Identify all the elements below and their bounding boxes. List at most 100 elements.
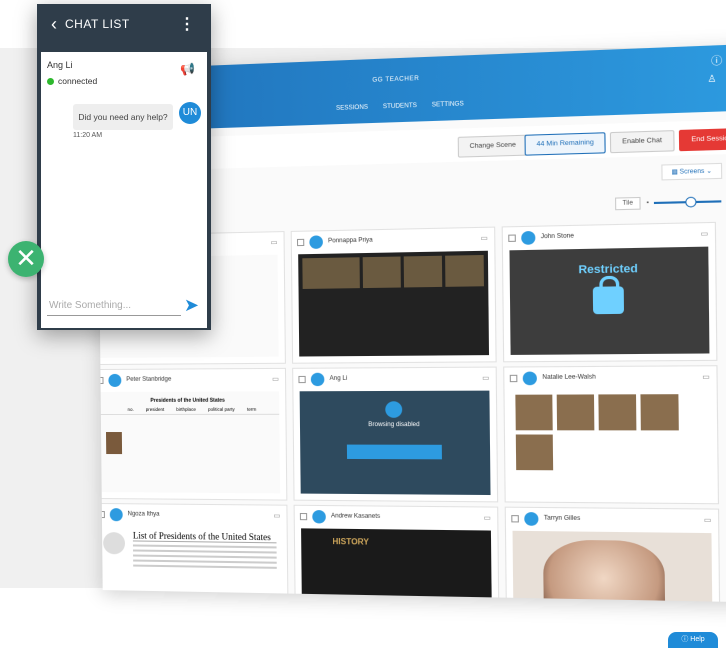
message-time: 11:20 AM — [73, 132, 103, 139]
student-name: Ponnappa Priya — [328, 237, 373, 245]
history-screen: HISTORY — [301, 528, 493, 603]
student-name: Peter Stanbridge — [126, 376, 172, 383]
paw-icon — [385, 401, 403, 418]
zoom-slider[interactable] — [654, 196, 722, 208]
student-card[interactable]: Natalie Lee-Walsh ▭ — [503, 365, 720, 505]
select-checkbox[interactable] — [298, 375, 306, 383]
avatar — [109, 507, 123, 521]
app-title: GG TEACHER — [372, 75, 420, 84]
portrait-video — [542, 539, 666, 603]
wikipedia-screen: List of Presidents of the United States — [99, 525, 282, 603]
disabled-bar — [346, 444, 442, 460]
browsing-disabled-screen: Browsing disabled — [299, 390, 491, 496]
avatar — [108, 373, 122, 387]
monitor-icon[interactable]: ▭ — [482, 374, 489, 382]
nav-sessions[interactable]: SESSIONS — [336, 105, 368, 114]
table-header: president — [145, 406, 165, 412]
select-checkbox[interactable] — [509, 374, 518, 382]
nav-settings[interactable]: SETTINGS — [432, 101, 464, 110]
select-checkbox[interactable] — [296, 238, 305, 246]
table-header-row: no. president birthplace political party… — [97, 406, 280, 416]
chat-title: CHAT LIST — [65, 17, 130, 31]
table-header: term — [246, 406, 257, 412]
more-options-icon[interactable]: ⋮ — [179, 14, 195, 34]
zoom-slider-knob[interactable] — [685, 196, 697, 208]
monitor-icon[interactable]: ▭ — [273, 512, 280, 520]
main-nav: SESSIONS STUDENTS SETTINGS — [336, 101, 464, 114]
nav-students[interactable]: STUDENTS — [383, 103, 417, 112]
lock-icon — [592, 286, 625, 315]
tile-button[interactable]: Tile — [614, 196, 641, 211]
student-name: Tarryn Gilles — [543, 515, 581, 523]
enable-chat-button[interactable]: Enable Chat — [609, 130, 675, 154]
avatar — [522, 371, 537, 385]
student-name: Andrew Kasanets — [330, 513, 381, 520]
select-checkbox[interactable] — [299, 512, 308, 520]
student-card[interactable]: John Stone ▭ Restricted — [501, 221, 718, 363]
monitor-icon[interactable]: ▭ — [702, 373, 710, 382]
video-screen — [512, 530, 713, 603]
select-checkbox[interactable] — [511, 514, 519, 522]
portrait-image — [105, 432, 123, 455]
secondary-icons: ♙ ♡ — [707, 72, 726, 85]
close-icon[interactable]: ✕ — [8, 241, 44, 277]
avatar — [524, 511, 539, 526]
student-name: Natalie Lee-Walsh — [542, 374, 596, 381]
restricted-screen: Restricted — [509, 246, 710, 355]
student-card[interactable]: Peter Stanbridge ▭ Presidents of the Unit… — [97, 367, 288, 501]
chat-window: ‹ CHAT LIST ⋮ Ang Li connected 📢 Did you… — [37, 4, 211, 330]
help-label: Help — [690, 636, 705, 643]
chat-header: ‹ CHAT LIST ⋮ — [37, 4, 211, 44]
bell-icon[interactable]: ♙ — [707, 73, 716, 85]
student-screen — [510, 389, 712, 497]
student-name: Ngoza Ithya — [127, 511, 160, 518]
end-session-button[interactable]: End Session — [678, 127, 726, 152]
message-input[interactable] — [47, 295, 181, 316]
back-arrow-icon[interactable]: ‹ — [51, 14, 57, 35]
chat-body: Ang Li connected 📢 Did you need any help… — [41, 52, 207, 328]
monitor-icon[interactable]: ▭ — [484, 514, 491, 522]
monitor-icon[interactable]: ▭ — [271, 238, 278, 246]
student-card[interactable]: Ngoza Ithya ▭ List of Presidents of the U… — [97, 502, 289, 603]
avatar — [310, 372, 325, 386]
megaphone-icon[interactable]: 📢 — [180, 62, 195, 76]
student-card[interactable]: Tarryn Gilles ▭ — [504, 506, 721, 603]
history-logo: HISTORY — [332, 536, 370, 547]
send-icon[interactable]: ➤ — [184, 295, 199, 316]
browsing-disabled-text: Browsing disabled — [368, 421, 420, 429]
student-screen: Presidents of the United States no. pres… — [97, 391, 281, 494]
avatar — [309, 234, 323, 249]
screens-dropdown[interactable]: ▦ Screens ⌄ — [661, 162, 723, 181]
change-scene-button[interactable]: Change Scene — [457, 134, 528, 158]
monitor-icon[interactable]: ▭ — [704, 516, 712, 525]
table-header: political party — [208, 406, 235, 412]
tile-controls: Tile ▪ ▦ — [614, 195, 726, 211]
monitor-icon[interactable]: ▭ — [701, 229, 709, 239]
avatar — [312, 509, 326, 523]
table-header: no. — [127, 406, 134, 412]
select-checkbox[interactable] — [508, 233, 516, 242]
remaining-time-button[interactable]: 44 Min Remaining — [524, 132, 607, 156]
student-card[interactable]: Ponnappa Priya ▭ — [290, 226, 497, 364]
table-header: birthplace — [176, 406, 196, 412]
status-text: connected — [58, 76, 98, 86]
student-name: Ang Li — [329, 375, 348, 382]
connection-status: connected — [47, 76, 97, 86]
student-card[interactable]: Andrew Kasanets ▭ HISTORY — [293, 504, 500, 603]
monitor-icon[interactable]: ▭ — [481, 234, 488, 242]
status-dot-icon — [47, 77, 54, 85]
student-screen — [298, 250, 490, 357]
help-circle-icon[interactable]: ⓘ — [711, 52, 722, 68]
wikipedia-logo-icon — [103, 532, 126, 555]
avatar — [521, 230, 536, 245]
wiki-title: List of Presidents of the United States — [132, 530, 277, 544]
student-card[interactable]: Ang Li ▭ Browsing disabled — [292, 366, 499, 503]
grid-small-icon: ▪ — [646, 199, 649, 207]
sender-avatar: UN — [179, 102, 201, 124]
screens-label: Screens — [679, 168, 705, 176]
message-bubble: Did you need any help? — [73, 104, 173, 130]
top-icons: ⓘ ◉ — [711, 51, 726, 68]
monitor-icon[interactable]: ▭ — [272, 375, 279, 383]
contact-name: Ang Li — [47, 60, 73, 70]
table-title: Presidents of the United States — [150, 397, 225, 404]
